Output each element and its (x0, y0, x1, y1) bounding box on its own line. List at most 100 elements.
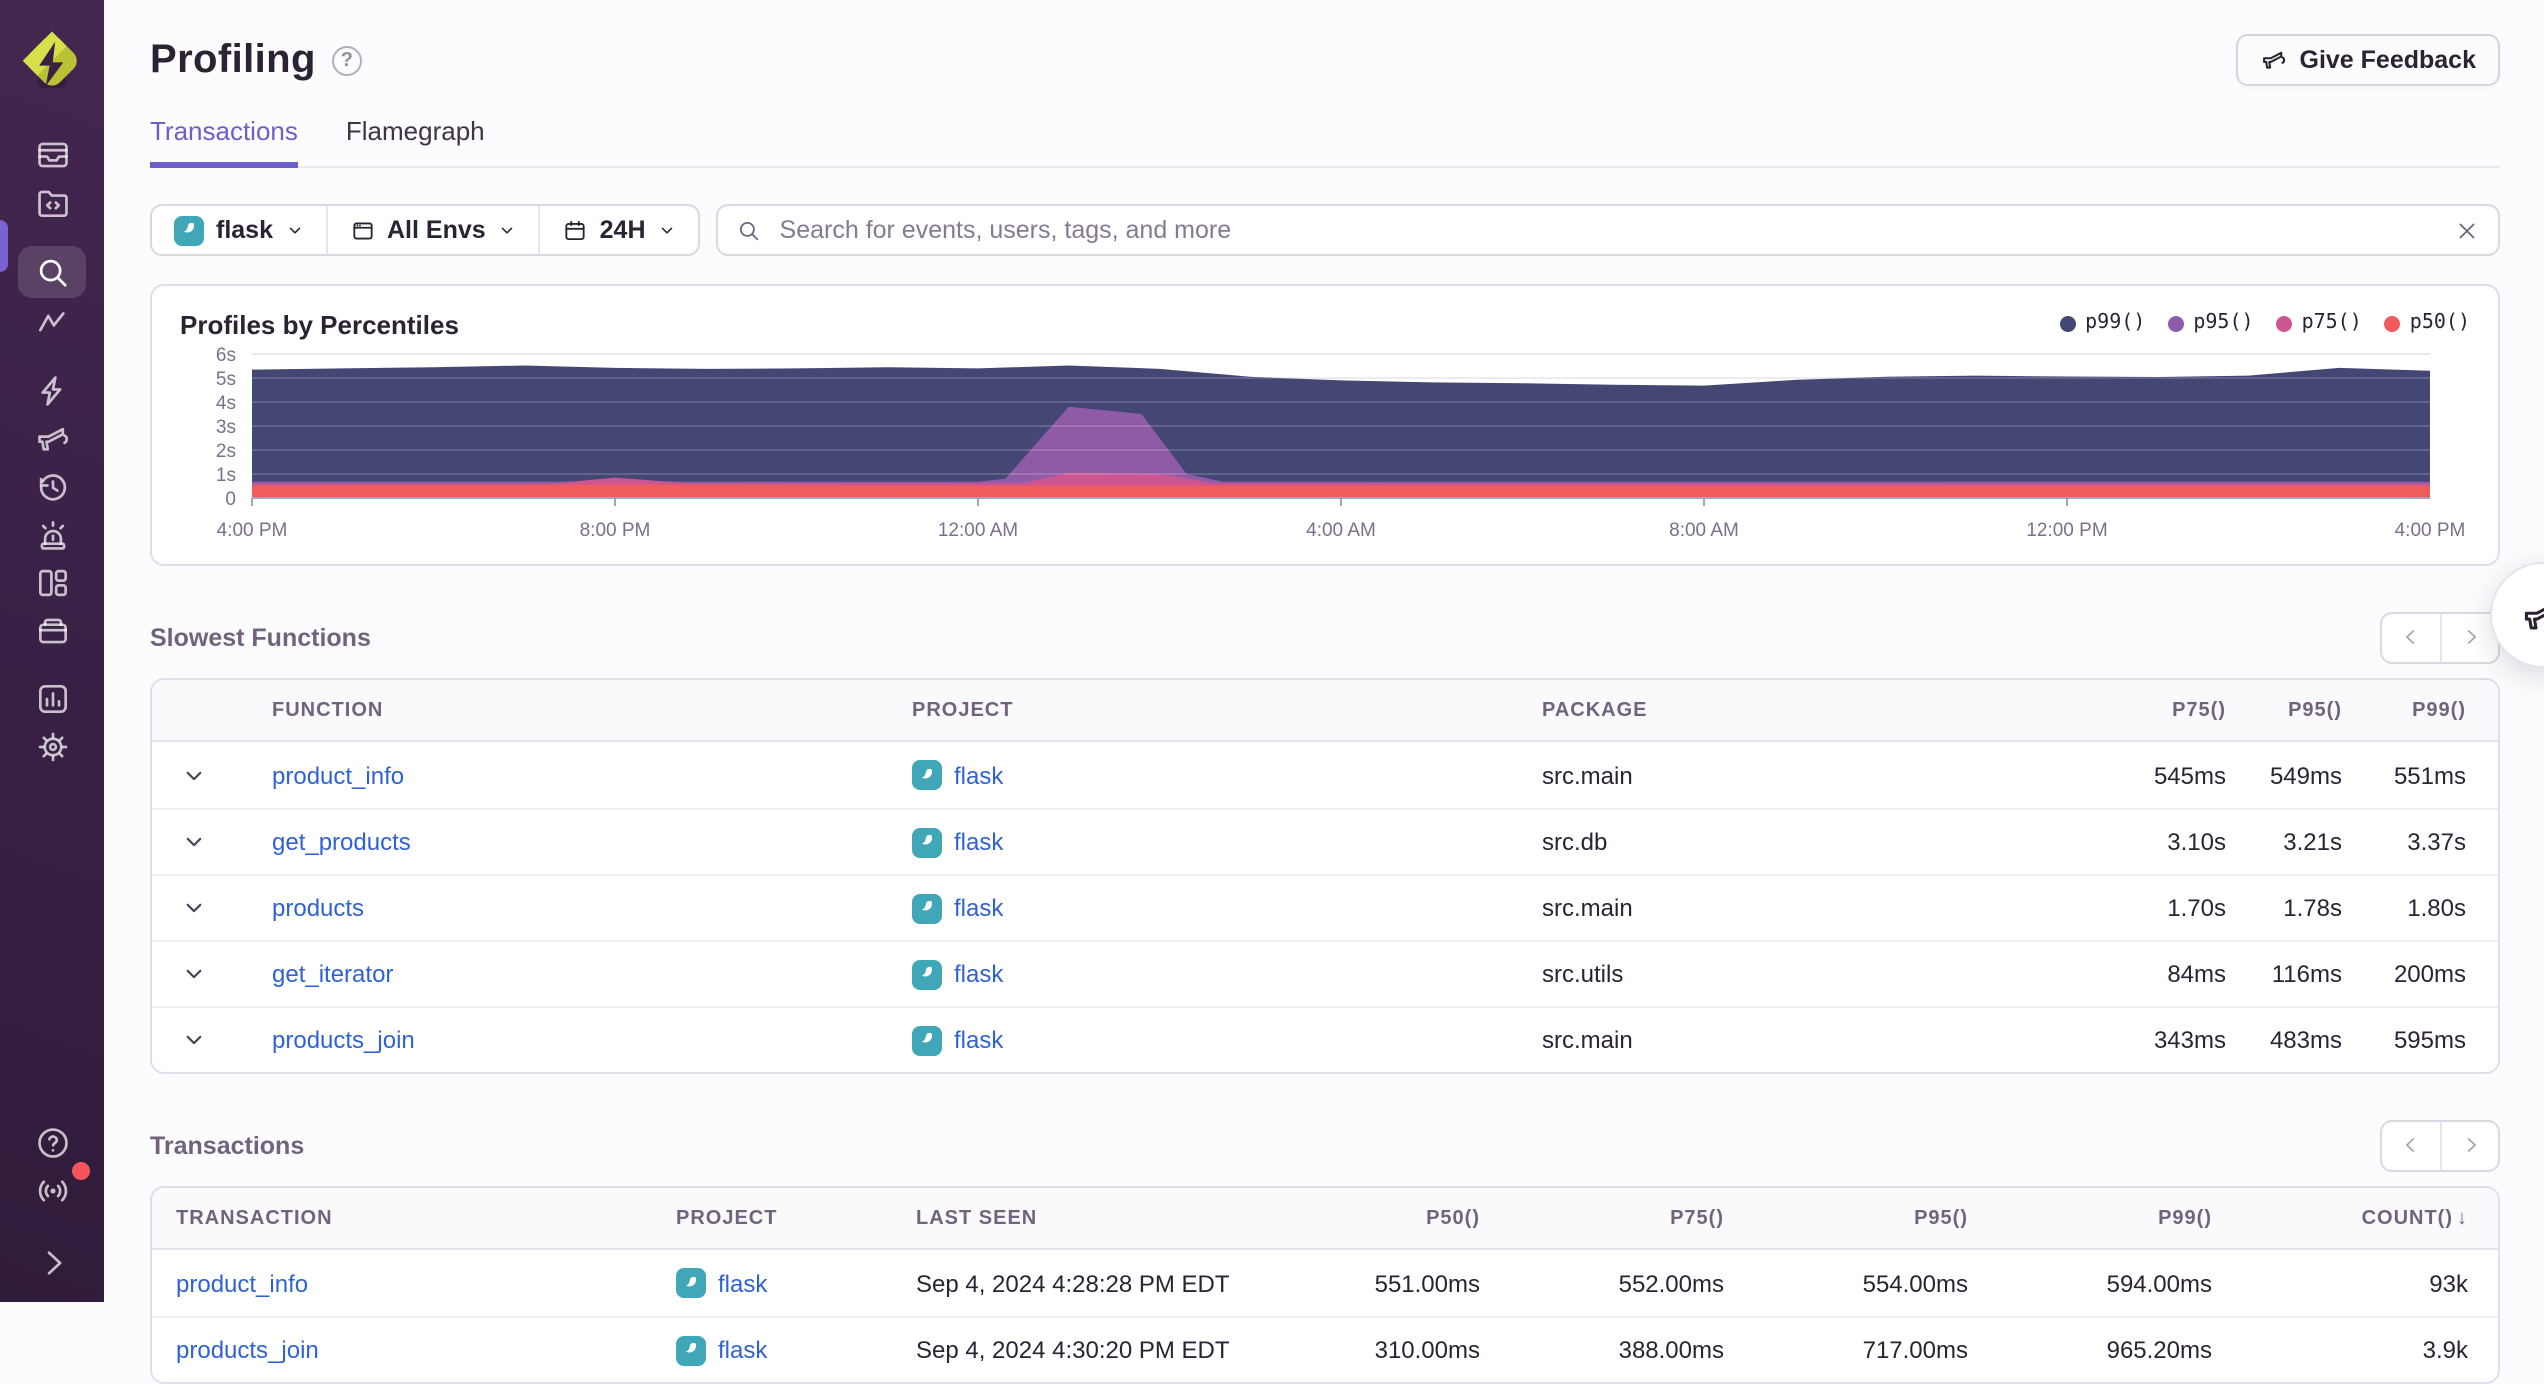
transaction-cell: product_info (176, 1269, 676, 1297)
page-filter-bar: flask All Envs 24H (150, 204, 700, 256)
function-cell: get_iterator (240, 960, 912, 988)
project-link[interactable]: flask (718, 1269, 767, 1297)
chart-legend: p99() p95() p75() p50() (2059, 312, 2470, 334)
function-link[interactable]: product_info (272, 761, 404, 789)
page-title: Profiling (150, 37, 316, 81)
project-link[interactable]: flask (954, 960, 1003, 988)
p95-cell: 3.21s (2283, 828, 2342, 856)
function-link[interactable]: get_iterator (272, 960, 393, 988)
expand-row-button[interactable] (180, 960, 208, 988)
function-link[interactable]: products (272, 894, 364, 922)
environment-filter-label: All Envs (387, 216, 486, 244)
project-cell: flask (912, 959, 1542, 989)
quick-start-icon[interactable] (18, 366, 86, 414)
sidebar-collapse-icon[interactable] (18, 1238, 86, 1286)
megaphone-icon (2524, 606, 2544, 629)
svg-text:6s: 6s (216, 345, 236, 366)
table-row: product_info flask Sep 4, 2024 4:28:28 PM … (152, 1250, 2498, 1316)
alerts-icon[interactable] (18, 510, 86, 558)
environment-filter[interactable]: All Envs (325, 206, 538, 254)
search-input[interactable] (775, 214, 2440, 246)
table-row: get_iterator flask src.utils 84ms 116ms 200ms (152, 940, 2498, 1006)
tab-transactions[interactable]: Transactions (150, 116, 298, 168)
legend-item-p50[interactable]: p50() (2383, 312, 2470, 334)
legend-item-p99[interactable]: p99() (2059, 312, 2145, 334)
function-link[interactable]: products_join (272, 1026, 415, 1054)
logo-icon (20, 28, 77, 88)
col-header-count[interactable]: COUNT() ↓ (2212, 1207, 2468, 1229)
tab-bar: Transactions Flamegraph (150, 116, 2500, 168)
col-header-p75[interactable]: P75() (2110, 699, 2226, 721)
flask-project-icon (912, 893, 942, 923)
give-feedback-button[interactable]: Give Feedback (2235, 34, 2500, 86)
calendar-icon (565, 219, 585, 240)
svg-text:8:00 AM: 8:00 AM (1669, 520, 1739, 541)
expander-cell (152, 761, 240, 789)
col-header-project: PROJECT (676, 1207, 778, 1229)
dashboards-icon[interactable] (18, 558, 86, 606)
profiles-chart-panel: Profiles by Percentiles p99() p95() p75() p… (150, 284, 2500, 566)
expand-row-button[interactable] (180, 1026, 208, 1054)
help-icon[interactable] (18, 1118, 86, 1166)
expand-row-button[interactable] (180, 761, 208, 789)
svg-text:4:00 PM: 4:00 PM (217, 520, 288, 541)
col-header-p95[interactable]: P95() (1724, 1207, 1968, 1229)
expand-row-button[interactable] (180, 894, 208, 922)
project-cell: flask (676, 1268, 916, 1298)
p99-cell: 1.80s (2407, 894, 2466, 922)
svg-text:1s: 1s (216, 465, 236, 486)
transaction-link[interactable]: product_info (176, 1269, 308, 1297)
projects-icon[interactable] (18, 178, 86, 226)
legend-item-p75[interactable]: p75() (2275, 312, 2362, 334)
p95-cell: 116ms (2271, 960, 2342, 988)
releases-icon[interactable] (18, 606, 86, 654)
traces-icon[interactable] (18, 298, 86, 346)
megaphone-icon (2262, 51, 2285, 69)
active-nav-indicator (0, 220, 8, 272)
tab-flamegraph[interactable]: Flamegraph (346, 116, 485, 168)
project-link[interactable]: flask (954, 1026, 1003, 1054)
whats-new-icon[interactable] (18, 1162, 90, 1214)
col-header-p75[interactable]: P75() (1480, 1207, 1724, 1229)
function-cell: get_products (240, 828, 912, 856)
transactions-heading: Transactions (150, 1131, 305, 1159)
col-header-p95[interactable]: P95() (2226, 699, 2342, 721)
legend-item-p95[interactable]: p95() (2167, 312, 2254, 334)
transaction-link[interactable]: products_join (176, 1336, 319, 1364)
package-cell: src.main (1542, 761, 1633, 789)
prev-page-button[interactable] (2382, 613, 2440, 661)
col-header-p50[interactable]: P50() (1236, 1207, 1480, 1229)
package-cell: src.db (1542, 828, 1608, 856)
replays-icon[interactable] (18, 462, 86, 510)
issues-icon[interactable] (18, 130, 86, 178)
svg-text:3s: 3s (216, 417, 236, 438)
function-link[interactable]: get_products (272, 828, 411, 856)
expand-row-button[interactable] (180, 828, 208, 856)
page-help-icon[interactable]: ? (331, 45, 362, 75)
p75-cell: 84ms (2167, 960, 2226, 988)
project-link[interactable]: flask (954, 761, 1003, 789)
prev-page-button[interactable] (2382, 1121, 2440, 1169)
package-cell: src.main (1542, 1026, 1633, 1054)
feedback-icon[interactable] (18, 414, 86, 462)
sidebar-nav (0, 130, 104, 770)
transactions-pager (2380, 1119, 2500, 1171)
settings-icon[interactable] (18, 722, 86, 770)
next-page-button[interactable] (2440, 1121, 2498, 1169)
project-cell: flask (912, 827, 1542, 857)
flask-project-icon (912, 827, 942, 857)
app-logo[interactable] (18, 26, 86, 102)
clear-search-icon[interactable] (2454, 217, 2480, 243)
project-link[interactable]: flask (954, 894, 1003, 922)
explore-icon[interactable] (18, 246, 86, 298)
stats-icon[interactable] (18, 674, 86, 722)
p75-cell: 545ms (2153, 761, 2226, 789)
col-header-p99[interactable]: P99() (2342, 699, 2466, 721)
project-cell: flask (676, 1335, 916, 1365)
project-link[interactable]: flask (954, 828, 1003, 856)
col-header-p99[interactable]: P99() (1968, 1207, 2212, 1229)
project-link[interactable]: flask (718, 1336, 767, 1364)
date-range-filter[interactable]: 24H (537, 206, 698, 254)
project-filter[interactable]: flask (152, 206, 325, 254)
expander-cell (152, 960, 240, 988)
